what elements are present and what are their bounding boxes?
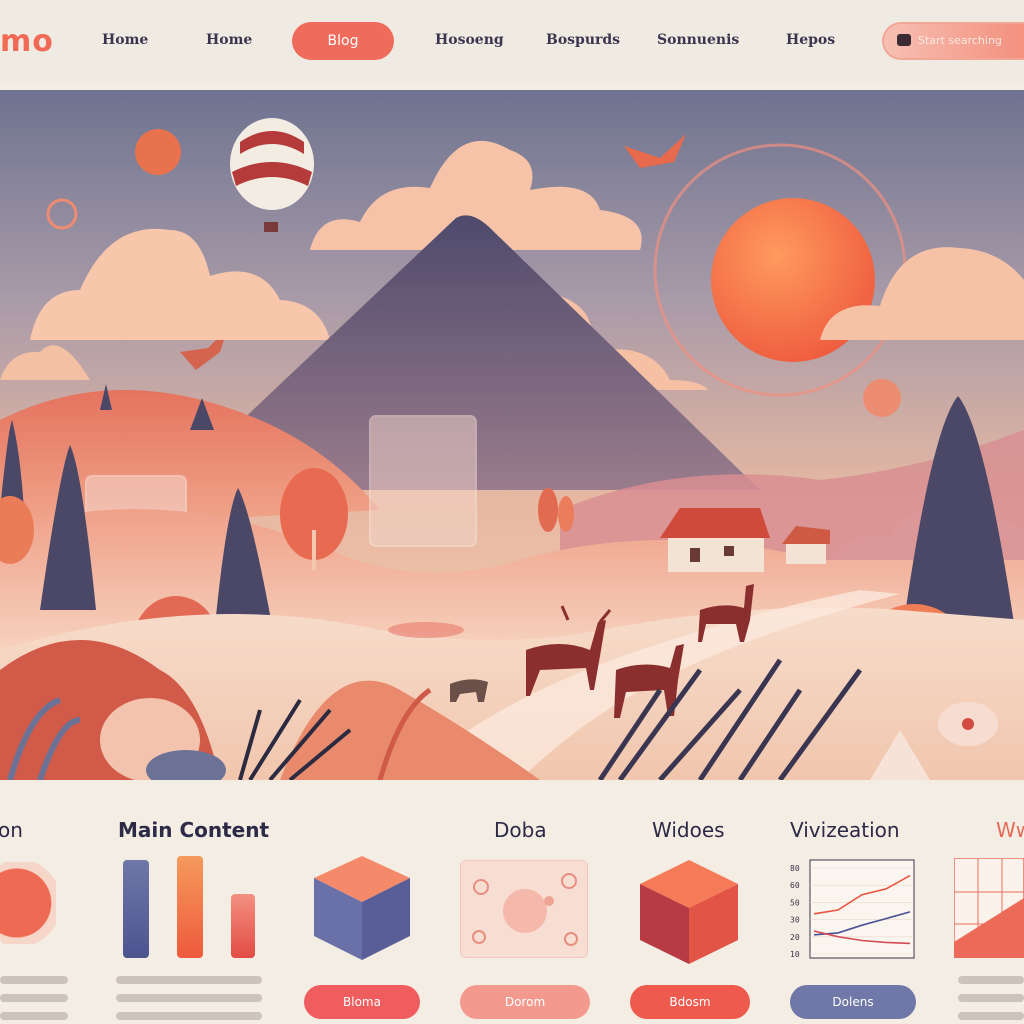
hero-illustration [0,90,1024,780]
brand-logo[interactable]: mo [0,24,54,59]
line-chart: 80 60 50 30 20 10 [790,859,915,959]
col5-title: Vivizeation [790,818,900,842]
camera-icon [897,34,911,46]
bloma-button[interactable]: Bloma [304,985,420,1019]
search-field[interactable]: Start searching [882,22,1024,60]
dorom-button[interactable]: Dorom [460,985,590,1019]
glass-cube-center [369,415,477,547]
text-line [116,994,262,1002]
planet-small [135,129,181,175]
top-nav: mo Home Home Blog Hosoeng Bospurds Sonnu… [0,0,1024,84]
nav-link-home-2[interactable]: Home [206,32,252,48]
nav-link-home[interactable]: Home [102,32,148,48]
text-line [0,994,68,1002]
bdosm-button[interactable]: Bdosm [630,985,750,1019]
y-tick-label: 30 [790,916,800,925]
bar-3 [231,894,255,958]
dolens-button[interactable]: Dolens [790,985,916,1019]
search-placeholder: Start searching [918,34,1002,47]
y-tick-label: 80 [790,864,800,873]
text-line [958,976,1024,984]
col0-title: on [0,818,23,842]
cube-graphic [314,856,410,960]
bar-1 [123,860,149,958]
y-tick-label: 20 [790,933,800,942]
col4-title: Widoes [652,818,725,842]
bar-2 [177,856,203,958]
text-line [116,976,262,984]
y-tick-label: 10 [790,950,800,959]
col1-title: Main Content [118,818,270,842]
nav-link-bospurds[interactable]: Bospurds [546,32,620,48]
col0-illustration [0,862,56,944]
area-chart [954,858,1024,958]
text-line [116,1012,262,1020]
nav-link-sonnuenis[interactable]: Sonnuenis [657,32,739,48]
text-line [0,976,68,984]
nav-link-blog-active[interactable]: Blog [292,22,394,60]
content-section: on Main Content Bloma Doba Dorom Widoes … [0,780,1024,1024]
col6-title: Ww [996,818,1024,842]
y-tick-label: 50 [790,898,800,907]
cube-graphic-2 [640,860,738,964]
text-line [958,1012,1024,1020]
y-tick-label: 60 [790,881,800,890]
text-line [958,994,1024,1002]
nav-link-hosoeng[interactable]: Hosoeng [435,32,504,48]
text-line [0,1012,68,1020]
nav-link-hepos[interactable]: Hepos [786,32,835,48]
doba-card [460,860,588,958]
col3-title: Doba [494,818,547,842]
